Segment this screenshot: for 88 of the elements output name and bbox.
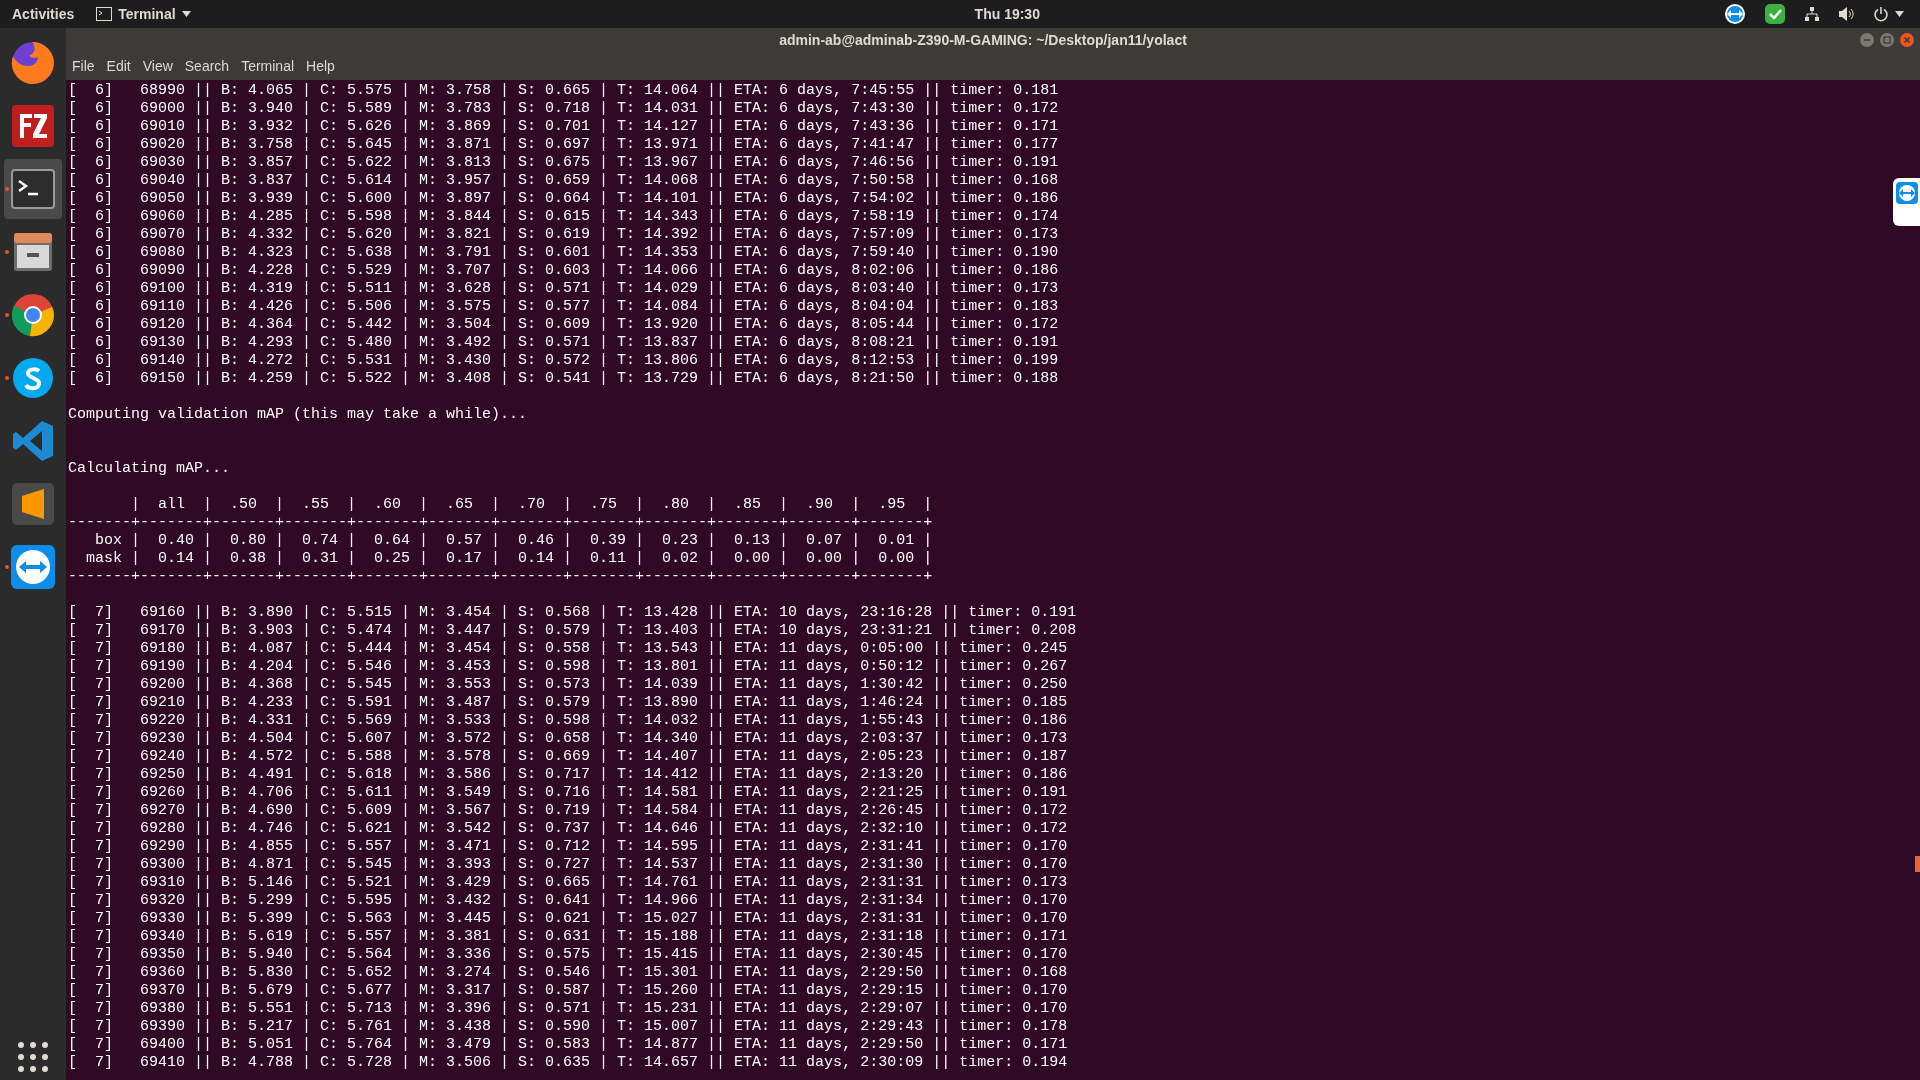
- chat-icon: [11, 356, 55, 400]
- terminal-line: [ 6] 69090 || B: 4.228 | C: 5.529 | M: 3.707 | S: 0.603 | T: 14.066 || ETA: 6 days, 8:02:06 || timer: 0.186: [68, 262, 1059, 280]
- terminal-line: [ 6] 69040 || B: 3.837 | C: 5.614 | M: 3.957 | S: 0.659 | T: 14.068 || ETA: 6 days, 7:50:58 || timer: 0.168: [68, 172, 1059, 190]
- terminal-line: [ 7] 69160 || B: 3.890 | C: 5.515 | M: 3.454 | S: 0.568 | T: 13.428 || ETA: 10 days, 23:16:28 || timer: 0.191: [68, 604, 1077, 622]
- terminal-line: [ 6] 69050 || B: 3.939 | C: 5.600 | M: 3.897 | S: 0.664 | T: 14.101 || ETA: 6 days, 7:54:02 || timer: 0.186: [68, 190, 1059, 208]
- close-icon[interactable]: [1900, 33, 1914, 47]
- menu-item[interactable]: Help: [306, 55, 335, 77]
- check-icon[interactable]: [1764, 3, 1786, 25]
- network-icon[interactable]: [1804, 6, 1820, 22]
- menu-item[interactable]: Search: [184, 55, 230, 77]
- terminal-line: [ 7] 69400 || B: 5.051 | C: 5.764 | M: 3.479 | S: 0.583 | T: 14.877 || ETA: 11 days, 2:29:50 || timer: 0.171: [68, 1036, 1068, 1054]
- terminal-line: [ 6] 69120 || B: 4.364 | C: 5.442 | M: 3.504 | S: 0.609 | T: 13.920 || ETA: 6 days, 8:05:44 || timer: 0.172: [68, 316, 1059, 334]
- app-icon: [11, 104, 55, 148]
- activities-button[interactable]: Activities: [12, 3, 75, 25]
- terminal-line: [ 7] 69300 || B: 4.871 | C: 5.545 | M: 3.393 | S: 0.727 | T: 14.537 || ETA: 11 days, 2:31:30 || timer: 0.170: [68, 856, 1068, 874]
- menu-item[interactable]: Edit: [106, 55, 131, 77]
- terminal-line: [ 6] 69110 || B: 4.426 | C: 5.506 | M: 3.575 | S: 0.577 | T: 14.084 || ETA: 6 days, 8:04:04 || timer: 0.183: [68, 298, 1059, 316]
- table-line: box | 0.40 | 0.80 | 0.74 | 0.64 | 0.57 | 0.46 | 0.39 | 0.23 | 0.13 | 0.07 | 0.01 |: [94, 532, 933, 550]
- app-menu[interactable]: Terminal: [96, 3, 191, 25]
- remote-arrows-icon: [10, 544, 56, 590]
- table-line: | all | .50 | .55 | .60 | .65 | .70 | .75 | .80 | .85 | .90 | .95 |: [130, 496, 933, 514]
- maximize-icon[interactable]: [1880, 33, 1894, 47]
- menu-item[interactable]: View: [142, 55, 173, 77]
- menu-item[interactable]: File: [72, 55, 95, 77]
- terminal-line: [ 7] 69290 || B: 4.855 | C: 5.557 | M: 3.471 | S: 0.712 | T: 14.595 || ETA: 11 days, 2:31:41 || timer: 0.170: [68, 838, 1068, 856]
- chrome-icon: [10, 292, 56, 338]
- terminal-line: [ 7] 69370 || B: 5.679 | C: 5.677 | M: 3.317 | S: 0.587 | T: 15.260 || ETA: 11 days, 2:29:15 || timer: 0.170: [68, 982, 1068, 1000]
- caret-icon: [181, 11, 191, 17]
- terminal-line: [ 7] 69280 || B: 4.746 | C: 5.621 | M: 3.542 | S: 0.737 | T: 14.646 || ETA: 11 days, 2:32:10 || timer: 0.172: [68, 820, 1068, 838]
- browser-icon: [10, 40, 56, 86]
- terminal-line: [ 7] 69200 || B: 4.368 | C: 5.545 | M: 3.553 | S: 0.573 | T: 14.039 || ETA: 11 days, 1:30:42 || timer: 0.250: [68, 676, 1068, 694]
- caret-icon[interactable]: [1895, 11, 1904, 17]
- terminal-line: [ 6] 69000 || B: 3.940 | C: 5.589 | M: 3.783 | S: 0.718 | T: 14.031 || ETA: 6 days, 7:43:30 || timer: 0.172: [68, 100, 1059, 118]
- running-indicator: [5, 313, 9, 317]
- terminal-line: [ 7] 69380 || B: 5.551 | C: 5.713 | M: 3.396 | S: 0.571 | T: 15.231 || ETA: 11 days, 2:29:07 || timer: 0.170: [68, 1000, 1068, 1018]
- terminal-line: [ 7] 69260 || B: 4.706 | C: 5.611 | M: 3.549 | S: 0.716 | T: 14.581 || ETA: 11 days, 2:21:25 || timer: 0.191: [68, 784, 1068, 802]
- terminal-line: [ 6] 69070 || B: 4.332 | C: 5.620 | M: 3.821 | S: 0.619 | T: 14.392 || ETA: 6 days, 7:57:09 || timer: 0.173: [68, 226, 1059, 244]
- terminal-line: [ 7] 69350 || B: 5.940 | C: 5.564 | M: 3.336 | S: 0.575 | T: 15.415 || ETA: 11 days, 2:30:45 || timer: 0.170: [68, 946, 1068, 964]
- terminal-line: [ 7] 69330 || B: 5.399 | C: 5.563 | M: 3.445 | S: 0.621 | T: 15.027 || ETA: 11 days, 2:31:31 || timer: 0.170: [68, 910, 1068, 928]
- terminal-icon: [11, 169, 55, 209]
- text-editor-icon: [11, 482, 55, 526]
- terminal-line: [ 7] 69180 || B: 4.087 | C: 5.444 | M: 3.454 | S: 0.558 | T: 13.543 || ETA: 11 days, 0:05:00 || timer: 0.245: [68, 640, 1068, 658]
- side-tab[interactable]: [1893, 178, 1920, 226]
- running-indicator: [5, 565, 9, 569]
- app-grid-icon[interactable]: [18, 1042, 48, 1072]
- minimize-icon[interactable]: [1860, 33, 1874, 47]
- terminal-line: [ 7] 69410 || B: 4.788 | C: 5.728 | M: 3.506 | S: 0.635 | T: 14.657 || ETA: 11 days, 2:30:09 || timer: 0.194: [68, 1054, 1068, 1072]
- status-message: Calculating mAP...: [68, 460, 231, 478]
- terminal-line: [ 7] 69240 || B: 4.572 | C: 5.588 | M: 3.578 | S: 0.669 | T: 14.407 || ETA: 11 days, 2:05:23 || timer: 0.187: [68, 748, 1068, 766]
- table-line: -------+-------+-------+-------+-------+-------+-------+-------+-------+-------+-------+-------+: [68, 568, 933, 586]
- terminal-line: [ 6] 69060 || B: 4.285 | C: 5.598 | M: 3.844 | S: 0.615 | T: 14.343 || ETA: 6 days, 7:58:19 || timer: 0.174: [68, 208, 1059, 226]
- terminal-line: [ 7] 69230 || B: 4.504 | C: 5.607 | M: 3.572 | S: 0.658 | T: 14.340 || ETA: 11 days, 2:03:37 || timer: 0.173: [68, 730, 1068, 748]
- terminal-line: [ 6] 69030 || B: 3.857 | C: 5.622 | M: 3.813 | S: 0.675 | T: 13.967 || ETA: 6 days, 7:46:56 || timer: 0.191: [68, 154, 1059, 172]
- menu-item[interactable]: Terminal: [241, 55, 295, 77]
- terminal-line: [ 7] 69190 || B: 4.204 | C: 5.546 | M: 3.453 | S: 0.598 | T: 13.801 || ETA: 11 days, 0:50:12 || timer: 0.267: [68, 658, 1068, 676]
- running-indicator: [5, 187, 9, 191]
- scrollbar-marker: [1915, 856, 1920, 872]
- terminal-line: [ 7] 69310 || B: 5.146 | C: 5.521 | M: 3.429 | S: 0.665 | T: 14.761 || ETA: 11 days, 2:31:31 || timer: 0.173: [68, 874, 1068, 892]
- file-cabinet-icon: [12, 231, 54, 273]
- status-message: Computing validation mAP (this may take a while)...: [68, 406, 528, 424]
- terminal-line: [ 6] 69150 || B: 4.259 | C: 5.522 | M: 3.408 | S: 0.541 | T: 13.729 || ETA: 6 days, 8:21:50 || timer: 0.188: [68, 370, 1059, 388]
- running-indicator: [5, 250, 9, 254]
- clock[interactable]: Thu 19:30: [974, 3, 1040, 25]
- terminal-line: [ 6] 69100 || B: 4.319 | C: 5.511 | M: 3.628 | S: 0.571 | T: 14.029 || ETA: 6 days, 8:03:40 || timer: 0.173: [68, 280, 1059, 298]
- terminal-line: [ 6] 69130 || B: 4.293 | C: 5.480 | M: 3.492 | S: 0.571 | T: 13.837 || ETA: 6 days, 8:08:21 || timer: 0.191: [68, 334, 1059, 352]
- power-icon[interactable]: [1873, 6, 1889, 22]
- terminal-icon: [96, 7, 113, 21]
- terminal-line: [ 7] 69210 || B: 4.233 | C: 5.591 | M: 3.487 | S: 0.579 | T: 13.890 || ETA: 11 days, 1:46:24 || timer: 0.185: [68, 694, 1068, 712]
- volume-icon[interactable]: [1838, 6, 1855, 22]
- terminal-line: [ 7] 69220 || B: 4.331 | C: 5.569 | M: 3.533 | S: 0.598 | T: 14.032 || ETA: 11 days, 1:55:43 || timer: 0.186: [68, 712, 1068, 730]
- table-line: -------+-------+-------+-------+-------+-------+-------+-------+-------+-------+-------+-------+: [68, 514, 933, 532]
- terminal-line: [ 6] 69080 || B: 4.323 | C: 5.638 | M: 3.791 | S: 0.601 | T: 14.353 || ETA: 6 days, 7:59:40 || timer: 0.190: [68, 244, 1059, 262]
- running-indicator: [5, 376, 9, 380]
- terminal-line: [ 6] 69020 || B: 3.758 | C: 5.645 | M: 3.871 | S: 0.697 | T: 13.971 || ETA: 6 days, 7:41:47 || timer: 0.177: [68, 136, 1059, 154]
- terminal-line: [ 7] 69390 || B: 5.217 | C: 5.761 | M: 3.438 | S: 0.590 | T: 15.007 || ETA: 11 days, 2:29:43 || timer: 0.178: [68, 1018, 1068, 1036]
- terminal-line: [ 7] 69340 || B: 5.619 | C: 5.557 | M: 3.381 | S: 0.631 | T: 15.188 || ETA: 11 days, 2:31:18 || timer: 0.171: [68, 928, 1068, 946]
- window-title: admin-ab@adminab-Z390-M-GAMING: ~/Desktop/jan11/yolact: [779, 30, 1187, 50]
- code-editor-icon: [11, 419, 55, 463]
- terminal-line: [ 7] 69250 || B: 4.491 | C: 5.618 | M: 3.586 | S: 0.717 | T: 14.412 || ETA: 11 days, 2:13:20 || timer: 0.186: [68, 766, 1068, 784]
- terminal-line: [ 7] 69360 || B: 5.830 | C: 5.652 | M: 3.274 | S: 0.546 | T: 15.301 || ETA: 11 days, 2:29:50 || timer: 0.168: [68, 964, 1068, 982]
- table-line: mask | 0.14 | 0.38 | 0.31 | 0.25 | 0.17 | 0.14 | 0.11 | 0.02 | 0.00 | 0.00 | 0.00 |: [85, 550, 933, 568]
- terminal-line: [ 7] 69320 || B: 5.299 | C: 5.595 | M: 3.432 | S: 0.641 | T: 14.966 || ETA: 11 days, 2:31:34 || timer: 0.170: [68, 892, 1068, 910]
- terminal-line: [ 6] 69140 || B: 4.272 | C: 5.531 | M: 3.430 | S: 0.572 | T: 13.806 || ETA: 6 days, 8:12:53 || timer: 0.199: [68, 352, 1059, 370]
- terminal-line: [ 7] 69170 || B: 3.903 | C: 5.474 | M: 3.447 | S: 0.579 | T: 13.403 || ETA: 10 days, 23:31:21 || timer: 0.208: [68, 622, 1077, 640]
- terminal-line: [ 6] 68990 || B: 4.065 | C: 5.575 | M: 3.758 | S: 0.665 | T: 14.064 || ETA: 6 days, 7:45:55 || timer: 0.181: [68, 82, 1059, 100]
- terminal-line: [ 7] 69270 || B: 4.690 | C: 5.609 | M: 3.567 | S: 0.719 | T: 14.584 || ETA: 11 days, 2:26:45 || timer: 0.172: [68, 802, 1068, 820]
- remote-arrows-icon[interactable]: [1724, 3, 1746, 25]
- terminal-line: [ 6] 69010 || B: 3.932 | C: 5.626 | M: 3.869 | S: 0.701 | T: 14.127 || ETA: 6 days, 7:43:36 || timer: 0.171: [68, 118, 1059, 136]
